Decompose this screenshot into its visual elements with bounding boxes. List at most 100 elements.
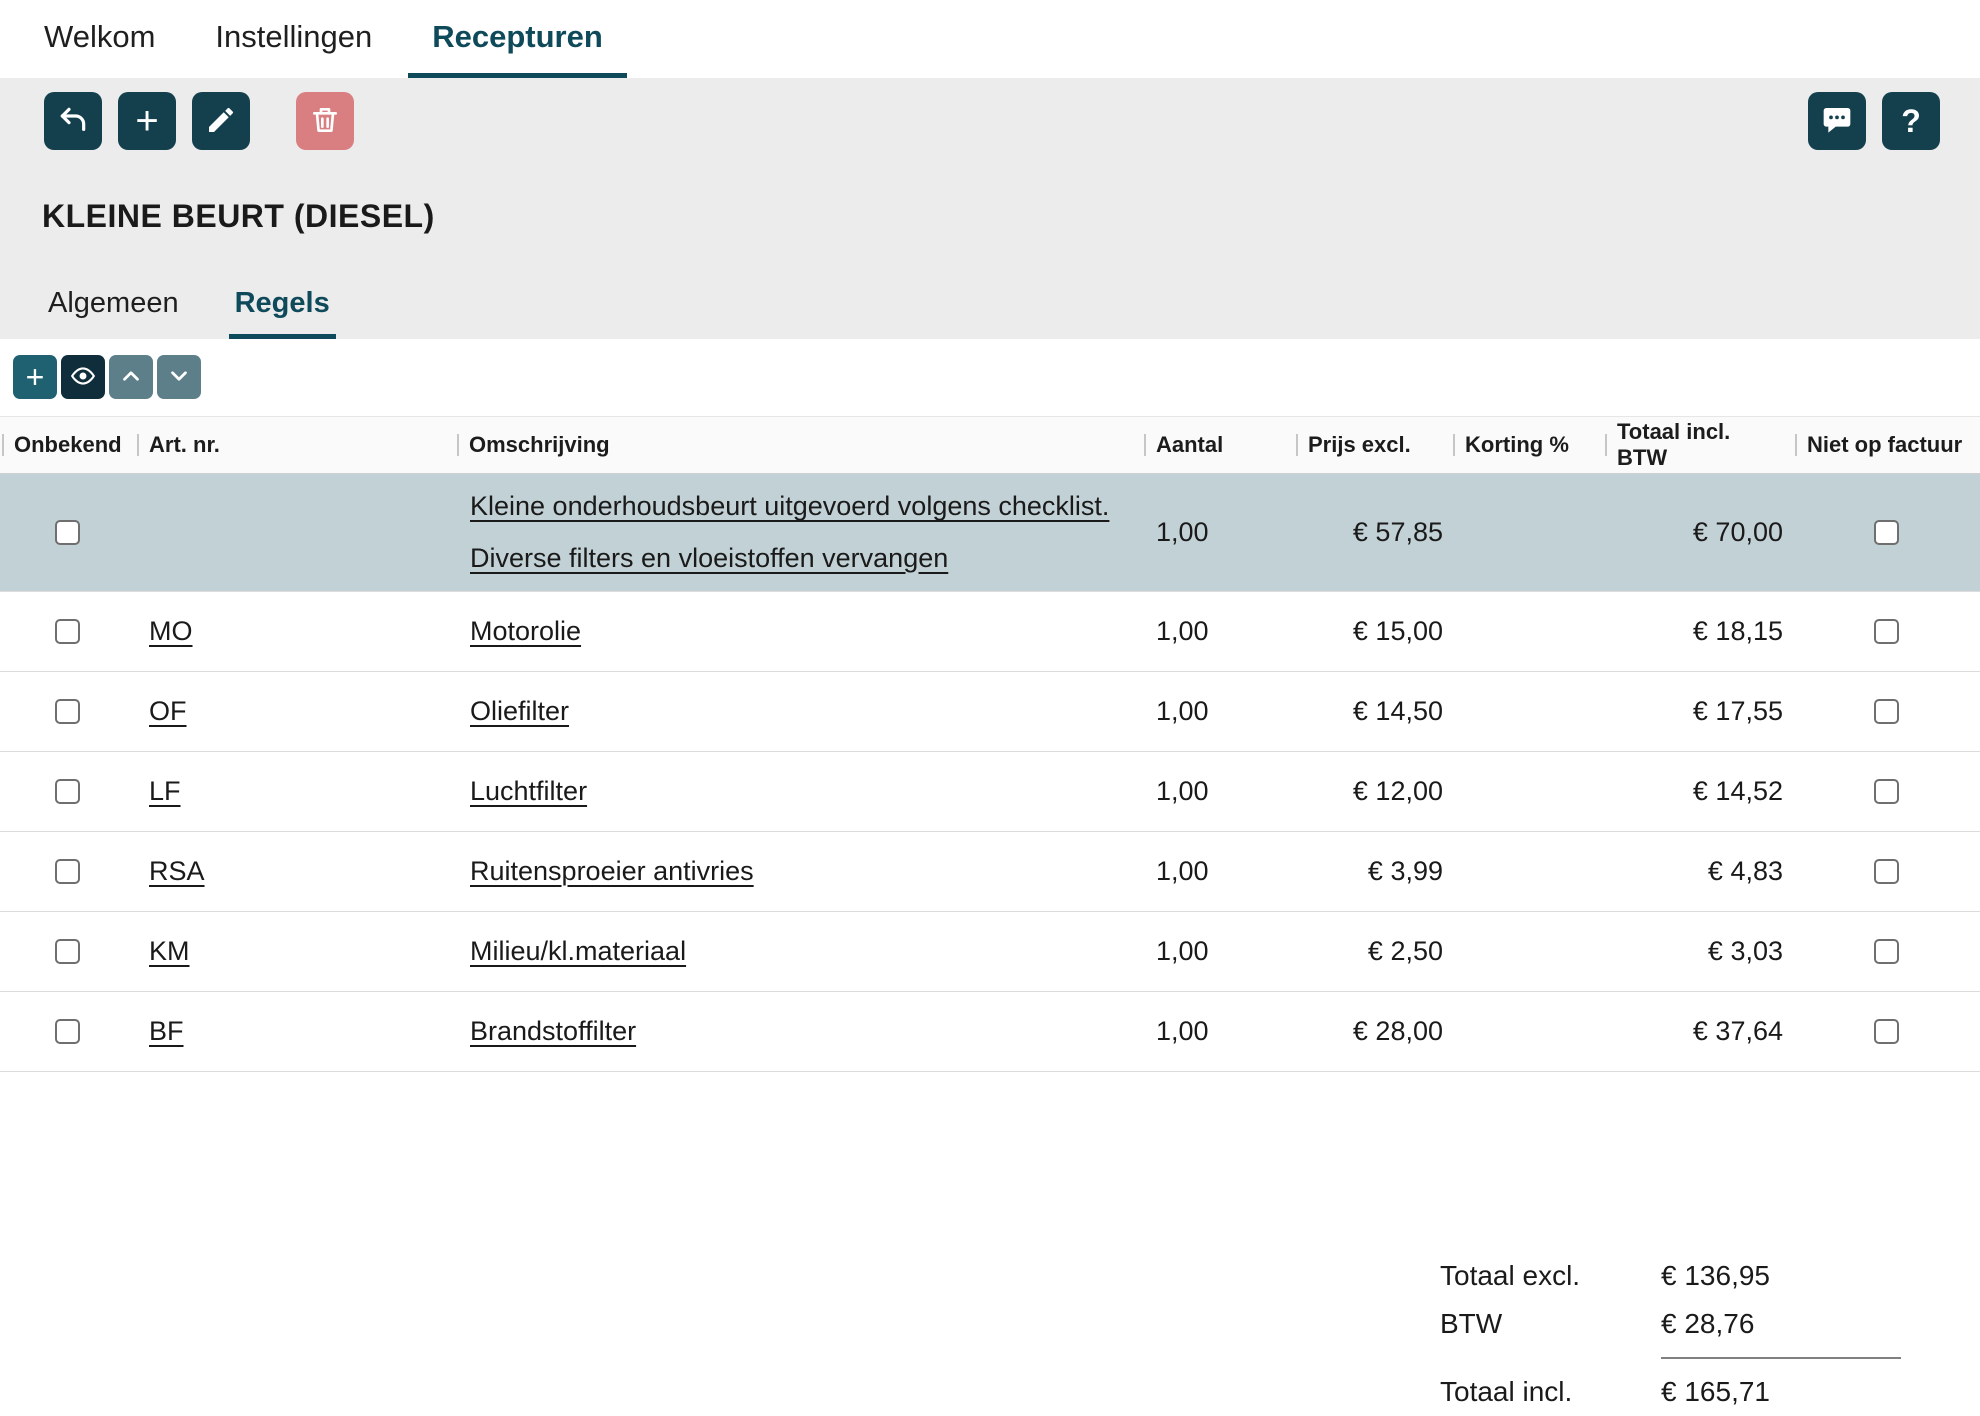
table-cell: € 18,15 (1603, 616, 1793, 647)
column-header[interactable]: Onbekend (0, 432, 135, 458)
top-tab-bar: WelkomInstellingenRecepturen (0, 0, 1980, 78)
niet-op-factuur-checkbox[interactable] (1874, 939, 1899, 964)
table-cell: BF (135, 1006, 455, 1057)
onbekend-checkbox[interactable] (55, 779, 80, 804)
chevron-up-icon (118, 363, 144, 392)
table-row[interactable]: Kleine onderhoudsbeurt uitgevoerd volgen… (0, 474, 1980, 592)
onbekend-checkbox[interactable] (55, 619, 80, 644)
niet-op-factuur-checkbox[interactable] (1874, 520, 1899, 545)
omschrijving-link[interactable]: Ruitensproeier antivries (470, 856, 754, 886)
table-cell: Oliefilter (455, 686, 1142, 737)
page-title: KLEINE BEURT (DIESEL) (42, 198, 1980, 235)
table-cell (0, 779, 135, 804)
omschrijving-link[interactable]: Kleine onderhoudsbeurt uitgevoerd volgen… (470, 491, 1109, 572)
table-row[interactable]: LFLuchtfilter1,00€ 12,00€ 14,52 (0, 752, 1980, 832)
help-button[interactable]: ? (1882, 92, 1940, 150)
table-cell: OF (135, 686, 455, 737)
add-row-button[interactable]: + (13, 355, 57, 399)
table-cell (0, 859, 135, 884)
sub-tabs: Algemeen Regels (42, 287, 1980, 339)
table-cell: € 2,50 (1294, 936, 1451, 967)
totaal-incl-value: € 70,00 (1693, 517, 1783, 547)
table-row[interactable]: RSA Ruitensproeier antivries 1,00 € 3,99 € 4… (0, 832, 1980, 912)
artnr-link[interactable]: MO (149, 616, 193, 646)
tab-instellingen[interactable]: Instellingen (191, 0, 396, 78)
column-header[interactable]: Aantal (1142, 432, 1294, 458)
omschrijving-link[interactable]: Luchtfilter (470, 776, 587, 806)
onbekend-checkbox[interactable] (55, 520, 80, 545)
omschrijving-link[interactable]: Motorolie (470, 616, 581, 646)
omschrijving-link[interactable]: Brandstoffilter (470, 1016, 636, 1046)
btw-row: BTW € 28,76 (1440, 1300, 1910, 1348)
back-button[interactable] (44, 92, 102, 150)
artnr-link[interactable]: LF (149, 776, 181, 806)
column-header[interactable]: Niet op factuur (1793, 432, 1980, 458)
omschrijving-link[interactable]: Milieu/kl.materiaal (470, 936, 686, 966)
eye-icon (70, 363, 96, 392)
edit-button[interactable] (192, 92, 250, 150)
move-up-button[interactable] (109, 355, 153, 399)
onbekend-checkbox[interactable] (55, 859, 80, 884)
artnr-link[interactable]: OF (149, 696, 187, 726)
column-header[interactable]: Prijs excl. (1294, 432, 1451, 458)
column-header[interactable]: Totaal incl. BTW (1603, 419, 1793, 472)
move-down-button[interactable] (157, 355, 201, 399)
visibility-button[interactable] (61, 355, 105, 399)
table-cell: 1,00 (1142, 616, 1294, 647)
subtab-algemeen[interactable]: Algemeen (42, 287, 185, 339)
table-row[interactable]: MO Motorolie 1,00 € 15,00 € 18,15 (0, 592, 1980, 672)
add-button[interactable]: + (118, 92, 176, 150)
tab-welkom[interactable]: Welkom (20, 0, 179, 78)
top-tabs: WelkomInstellingenRecepturen (20, 0, 639, 78)
artnr-link[interactable]: BF (149, 1016, 184, 1046)
table-row[interactable]: OFOliefilter1,00€ 14,50€ 17,55 (0, 672, 1980, 752)
aantal-value: 1,00 (1156, 856, 1209, 886)
artnr-link[interactable]: RSA (149, 856, 205, 886)
table-cell: € 15,00 (1294, 616, 1451, 647)
niet-op-factuur-checkbox[interactable] (1874, 779, 1899, 804)
chevron-down-icon (166, 363, 192, 392)
prijs-excl-value: € 15,00 (1353, 616, 1443, 646)
table-cell (1793, 859, 1980, 884)
table-cell (1793, 520, 1980, 545)
onbekend-checkbox[interactable] (55, 939, 80, 964)
plus-icon: + (135, 101, 158, 141)
table-cell: € 3,99 (1294, 856, 1451, 887)
table-cell: 1,00 (1142, 517, 1294, 548)
table-row[interactable]: KMMilieu/kl.materiaal1,00€ 2,50€ 3,03 (0, 912, 1980, 992)
tab-recepturen[interactable]: Recepturen (408, 0, 627, 78)
delete-button[interactable] (296, 92, 354, 150)
totaal-incl-value: € 4,83 (1708, 856, 1783, 886)
table-row[interactable]: BFBrandstoffilter1,00€ 28,00€ 37,64 (0, 992, 1980, 1072)
table-cell (1793, 619, 1980, 644)
table-body: Kleine onderhoudsbeurt uitgevoerd volgen… (0, 474, 1980, 1072)
table-cell (0, 939, 135, 964)
niet-op-factuur-checkbox[interactable] (1874, 859, 1899, 884)
column-header[interactable]: Omschrijving (455, 432, 1142, 458)
table-header-row: OnbekendArt. nr.OmschrijvingAantalPrijs … (0, 416, 1980, 474)
niet-op-factuur-checkbox[interactable] (1874, 1019, 1899, 1044)
toolbar-section: + (0, 78, 1980, 339)
pencil-icon (205, 104, 237, 139)
artnr-link[interactable]: KM (149, 936, 190, 966)
onbekend-checkbox[interactable] (55, 1019, 80, 1044)
totals-separator (1661, 1357, 1901, 1359)
btw-value: € 28,76 (1661, 1308, 1901, 1340)
onbekend-checkbox[interactable] (55, 699, 80, 724)
totaal-incl-value: € 17,55 (1693, 696, 1783, 726)
omschrijving-link[interactable]: Oliefilter (470, 696, 569, 726)
column-header[interactable]: Art. nr. (135, 432, 455, 458)
table-cell (0, 619, 135, 644)
subtab-regels[interactable]: Regels (229, 287, 336, 339)
aantal-value: 1,00 (1156, 616, 1209, 646)
chat-button[interactable] (1808, 92, 1866, 150)
table-cell: 1,00 (1142, 1016, 1294, 1047)
trash-icon (309, 104, 341, 139)
aantal-value: 1,00 (1156, 1016, 1209, 1046)
column-header[interactable]: Korting % (1451, 432, 1603, 458)
table-cell: RSA (135, 846, 455, 897)
table-cell: € 28,00 (1294, 1016, 1451, 1047)
toolbar: + (44, 92, 1940, 150)
niet-op-factuur-checkbox[interactable] (1874, 619, 1899, 644)
niet-op-factuur-checkbox[interactable] (1874, 699, 1899, 724)
